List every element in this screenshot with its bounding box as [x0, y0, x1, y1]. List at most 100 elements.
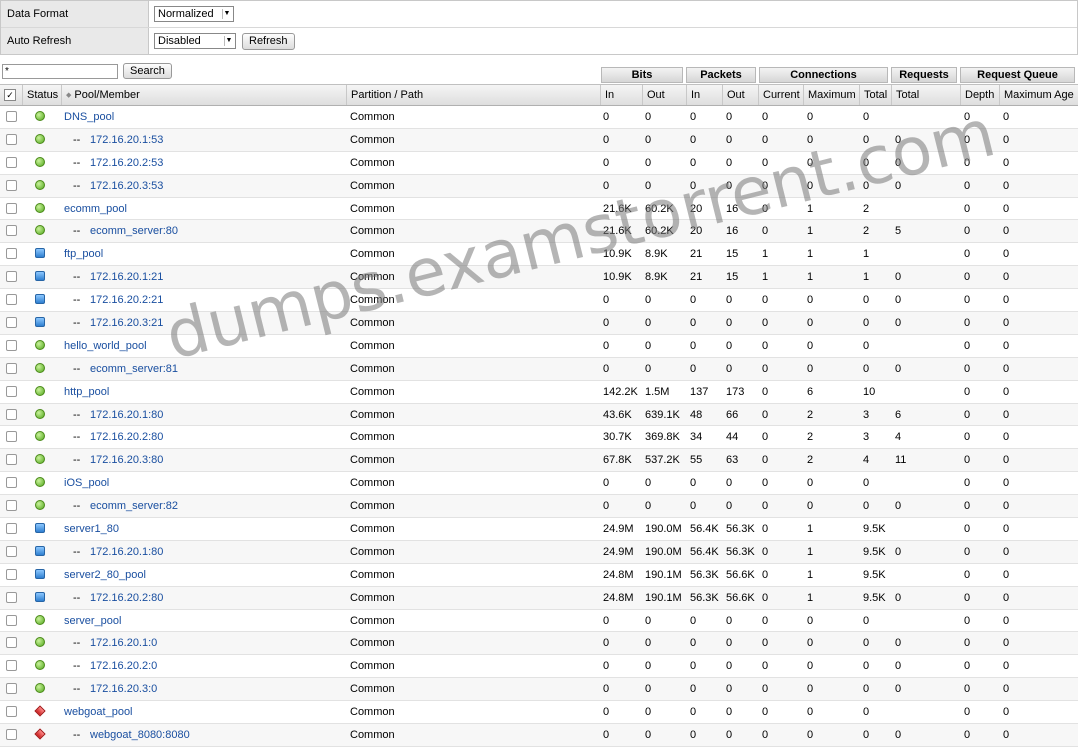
member-link[interactable]: 172.16.20.3:80 [90, 449, 163, 471]
pool-link[interactable]: webgoat_pool [64, 701, 133, 723]
table-row[interactable]: -- 172.16.20.2:21 Common 0 0 0 0 0 0 0 0 0 0 [0, 289, 1078, 313]
pool-link[interactable]: server1_80 [64, 518, 119, 540]
table-row[interactable]: server1_80 Common 24.9M 190.0M 56.4K 56.3K 0 1 9… [0, 518, 1078, 541]
table-row[interactable]: -- 172.16.20.3:80 Common 67.8K 537.2K 55 63 0 2 4… [0, 449, 1078, 473]
table-row[interactable]: -- 172.16.20.1:21 Common 10.9K 8.9K 21 15 1 1 1 0 0… [0, 266, 1078, 290]
row-checkbox[interactable] [6, 294, 17, 306]
member-link[interactable]: 172.16.20.1:80 [90, 404, 163, 426]
pool-link[interactable]: ftp_pool [64, 243, 103, 265]
table-row[interactable]: -- 172.16.20.3:21 Common 0 0 0 0 0 0 0 0 0 0 [0, 312, 1078, 335]
table-row[interactable]: server_pool Common 0 0 0 0 0 0 0 0 0 [0, 610, 1078, 633]
member-link[interactable]: 172.16.20.3:0 [90, 678, 157, 700]
member-link[interactable]: 172.16.20.2:80 [90, 426, 163, 448]
member-link[interactable]: 172.16.20.3:53 [90, 175, 163, 197]
table-row[interactable]: -- 172.16.20.2:53 Common 0 0 0 0 0 0 0 0 0 0 [0, 152, 1078, 175]
col-queue-depth[interactable]: Depth [960, 85, 999, 105]
table-row[interactable]: -- 172.16.20.3:53 Common 0 0 0 0 0 0 0 0 0 0 [0, 174, 1078, 198]
col-bits-in[interactable]: In [600, 85, 642, 105]
auto-refresh-select[interactable]: Disabled ▼ [154, 33, 236, 49]
member-link[interactable]: ecomm_server:81 [90, 358, 178, 380]
member-link[interactable]: 172.16.20.1:53 [90, 129, 163, 151]
pool-link[interactable]: server_pool [64, 610, 121, 632]
col-conn-current[interactable]: Current [758, 85, 803, 105]
table-row[interactable]: -- 172.16.20.1:0 Common 0 0 0 0 0 0 0 0 0 0 [0, 632, 1078, 656]
table-row[interactable]: http_pool Common 142.2K 1.5M 137 173 0 6 10 0 0 [0, 381, 1078, 404]
member-link[interactable]: ecomm_server:82 [90, 495, 178, 517]
row-checkbox[interactable] [6, 568, 17, 580]
table-row[interactable]: -- ecomm_server:80 Common 21.6K 60.2K 20 16 0 1 2… [0, 220, 1078, 244]
row-checkbox[interactable] [6, 683, 17, 695]
table-row[interactable]: -- 172.16.20.1:80 Common 43.6K 639.1K 48 66 0 2 3… [0, 403, 1078, 427]
col-queue-max-age[interactable]: Maximum Age [999, 85, 1078, 105]
row-checkbox[interactable] [6, 477, 17, 489]
row-checkbox[interactable] [6, 202, 17, 214]
row-checkbox[interactable] [6, 729, 17, 741]
member-link[interactable]: 172.16.20.1:0 [90, 632, 157, 654]
col-status[interactable]: Status [22, 85, 61, 105]
member-link[interactable]: 172.16.20.1:21 [90, 266, 163, 288]
member-link[interactable]: 172.16.20.2:21 [90, 289, 163, 311]
row-checkbox[interactable] [6, 660, 17, 672]
member-link[interactable]: 172.16.20.1:80 [90, 541, 163, 563]
pool-link[interactable]: hello_world_pool [64, 335, 147, 357]
row-checkbox[interactable] [6, 248, 17, 260]
table-row[interactable]: server2_80_pool Common 24.8M 190.1M 56.3K 56.… [0, 564, 1078, 587]
pool-link[interactable]: ecomm_pool [64, 198, 127, 220]
row-checkbox[interactable] [6, 408, 17, 420]
row-checkbox[interactable] [6, 454, 17, 466]
search-button[interactable]: Search [123, 63, 172, 79]
row-checkbox[interactable] [6, 225, 17, 237]
member-link[interactable]: 172.16.20.2:53 [90, 152, 163, 174]
col-pool-member[interactable]: ◆ Pool/Member [61, 85, 346, 105]
row-checkbox[interactable] [6, 614, 17, 626]
row-checkbox[interactable] [6, 156, 17, 168]
table-row[interactable]: -- webgoat_8080:8080 Common 0 0 0 0 0 0 0 0 0 0 [0, 724, 1078, 747]
col-req-total[interactable]: Total [891, 85, 960, 105]
col-bits-out[interactable]: Out [642, 85, 686, 105]
row-checkbox[interactable] [6, 431, 17, 443]
table-row[interactable]: -- 172.16.20.2:0 Common 0 0 0 0 0 0 0 0 0 0 [0, 655, 1078, 679]
col-packets-in[interactable]: In [686, 85, 722, 105]
table-row[interactable]: DNS_pool Common 0 0 0 0 0 0 0 0 0 [0, 106, 1078, 129]
col-conn-maximum[interactable]: Maximum [803, 85, 859, 105]
pool-link[interactable]: iOS_pool [64, 472, 109, 494]
table-row[interactable]: webgoat_pool Common 0 0 0 0 0 0 0 0 0 [0, 701, 1078, 725]
row-checkbox[interactable] [6, 133, 17, 145]
select-all-checkbox[interactable]: ✓ [4, 89, 16, 101]
col-packets-out[interactable]: Out [722, 85, 758, 105]
row-checkbox[interactable] [6, 339, 17, 351]
row-checkbox[interactable] [6, 637, 17, 649]
row-checkbox[interactable] [6, 385, 17, 397]
table-row[interactable]: -- 172.16.20.1:53 Common 0 0 0 0 0 0 0 0 0 0 [0, 128, 1078, 152]
member-link[interactable]: ecomm_server:80 [90, 220, 178, 242]
member-link[interactable]: webgoat_8080:8080 [90, 724, 190, 746]
table-row[interactable]: -- 172.16.20.1:80 Common 24.9M 190.0M 56.4K 56… [0, 540, 1078, 564]
table-row[interactable]: -- ecomm_server:81 Common 0 0 0 0 0 0 0 0 0 0 [0, 357, 1078, 381]
col-conn-total[interactable]: Total [859, 85, 891, 105]
table-row[interactable]: hello_world_pool Common 0 0 0 0 0 0 0 0 0 [0, 335, 1078, 358]
row-checkbox[interactable] [6, 317, 17, 329]
search-input[interactable]: * [2, 63, 118, 79]
data-format-select[interactable]: Normalized ▼ [154, 6, 234, 22]
row-checkbox[interactable] [6, 500, 17, 512]
pool-link[interactable]: server2_80_pool [64, 564, 146, 586]
table-row[interactable]: ftp_pool Common 10.9K 8.9K 21 15 1 1 1 0 0 [0, 243, 1078, 267]
table-row[interactable]: -- ecomm_server:82 Common 0 0 0 0 0 0 0 0 0 0 [0, 495, 1078, 519]
col-partition[interactable]: Partition / Path [346, 85, 600, 105]
table-row[interactable]: -- 172.16.20.3:0 Common 0 0 0 0 0 0 0 0 0 0 [0, 678, 1078, 702]
row-checkbox[interactable] [6, 111, 17, 122]
row-checkbox[interactable] [6, 591, 17, 603]
row-checkbox[interactable] [6, 271, 17, 283]
pool-link[interactable]: http_pool [64, 381, 109, 403]
row-checkbox[interactable] [6, 545, 17, 557]
member-link[interactable]: 172.16.20.2:80 [90, 587, 163, 609]
refresh-button[interactable]: Refresh [242, 32, 295, 50]
table-row[interactable]: iOS_pool Common 0 0 0 0 0 0 0 0 0 [0, 472, 1078, 496]
row-checkbox[interactable] [6, 523, 17, 535]
table-row[interactable]: -- 172.16.20.2:80 Common 24.8M 190.1M 56.3K 56… [0, 586, 1078, 610]
row-checkbox[interactable] [6, 362, 17, 374]
member-link[interactable]: 172.16.20.2:0 [90, 655, 157, 677]
row-checkbox[interactable] [6, 179, 17, 191]
pool-link[interactable]: DNS_pool [64, 106, 114, 128]
table-row[interactable]: -- 172.16.20.2:80 Common 30.7K 369.8K 34 44 0 2 3… [0, 426, 1078, 450]
